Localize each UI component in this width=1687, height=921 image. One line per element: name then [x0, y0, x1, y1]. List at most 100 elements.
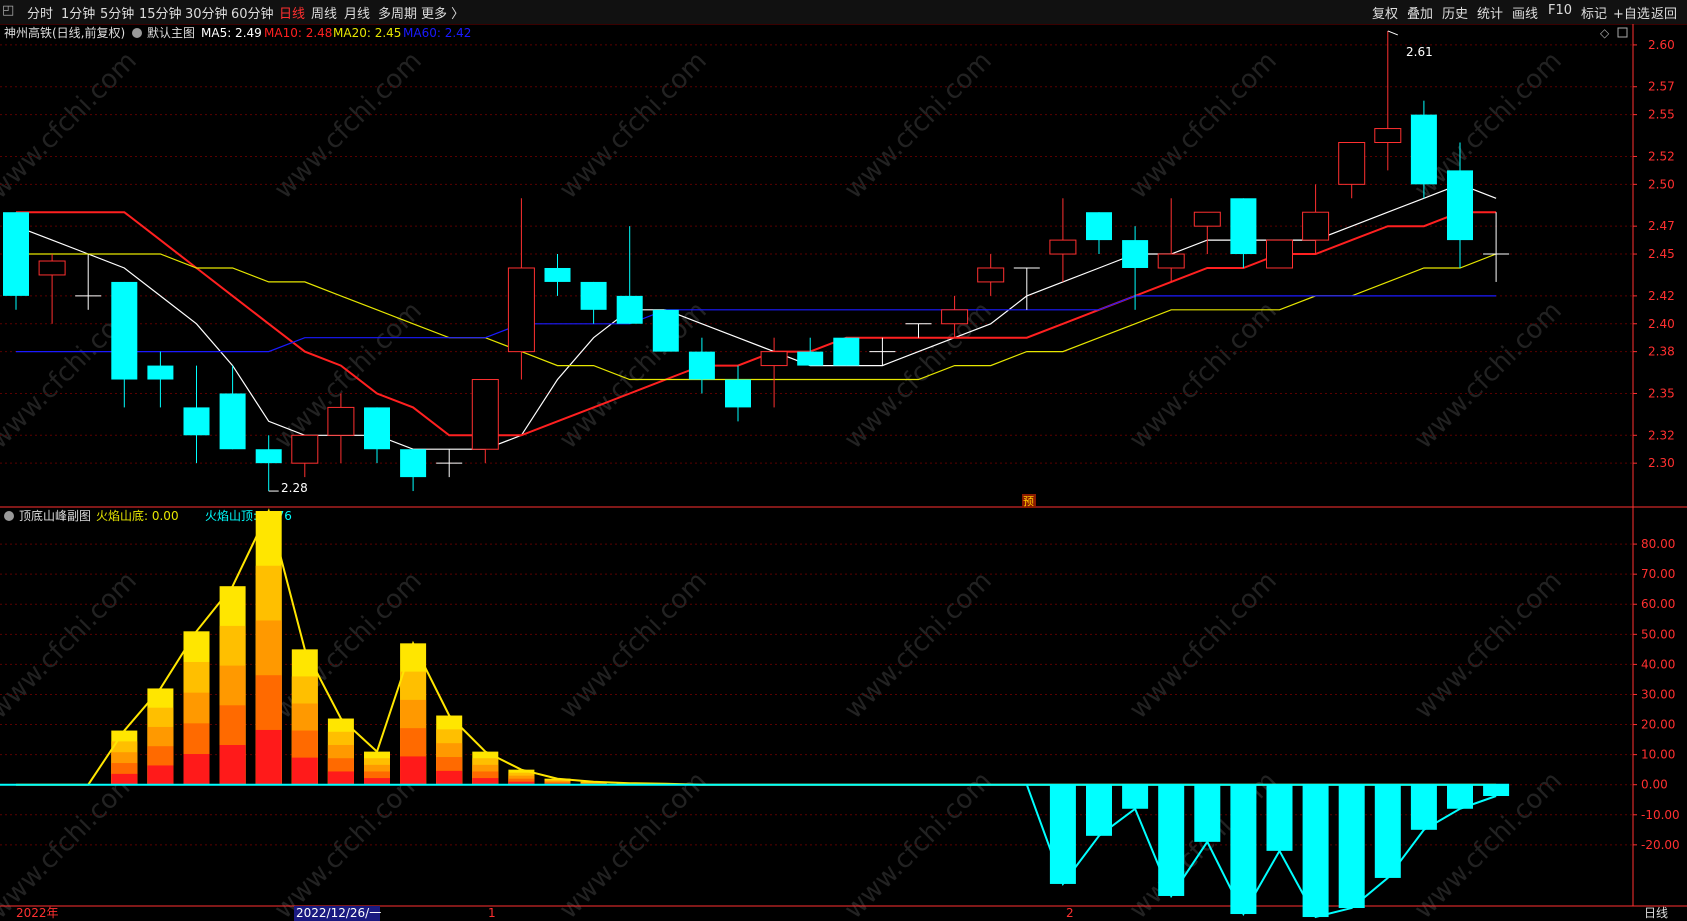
y-tick-label: 2.30: [1648, 456, 1675, 470]
y-tick-label: 2.35: [1648, 386, 1675, 400]
candle-body: [1193, 211, 1221, 227]
flame-top-bar: [1266, 784, 1293, 851]
ma5-value: MA5: 2.49: [201, 26, 262, 40]
flame-top-bar: [1194, 784, 1221, 842]
diamond-icon[interactable]: ◇: [1600, 26, 1610, 40]
candle-body: [1086, 212, 1112, 241]
y-tick-label: 20.00: [1641, 718, 1675, 732]
dropdown-icon[interactable]: [132, 28, 142, 38]
flame-bar-layer: [219, 744, 246, 785]
watermark-layer: www.cfchi.com www.cfchi.com www.cfchi.com w…: [0, 46, 1568, 921]
flame-top-bar: [1410, 784, 1437, 830]
ma10-value: MA10: 2.48: [264, 26, 332, 40]
flame-bar-layer: [400, 756, 427, 785]
candle-body: [327, 406, 355, 436]
sub-title: 顶底山峰副图: [19, 508, 91, 523]
candle-body: [507, 267, 535, 353]
candle-body: [1410, 114, 1437, 185]
sub-y-axis: 80.00 70.00 60.00 50.00 40.00 30.00 20.00 10.00…: [1633, 537, 1680, 852]
candle-body: [1302, 211, 1330, 241]
flame-bar-layer: [436, 770, 463, 785]
high-pointer: [1387, 30, 1398, 36]
watermark-text: www.cfchi.com: [554, 46, 713, 205]
watermark-text: www.cfchi.com: [269, 46, 428, 205]
candle-body: [1338, 142, 1366, 185]
candle-body: [1230, 198, 1257, 255]
y-tick-label: 2.50: [1648, 177, 1675, 191]
candle-body: [616, 295, 643, 324]
candle-body: [725, 379, 751, 408]
watermark-text: www.cfchi.com: [839, 566, 998, 725]
watermark-text: www.cfchi.com: [0, 46, 143, 205]
flame-top-bar: [1158, 784, 1185, 896]
flame-bar-layer: [327, 771, 354, 785]
candle-body: [688, 351, 715, 380]
sub-dropdown-icon[interactable]: [4, 511, 14, 521]
flame-top-bar: [1483, 784, 1510, 797]
candle-body: [219, 393, 246, 450]
y-tick-label: 40.00: [1641, 657, 1675, 671]
candle-body: [400, 449, 427, 478]
kline-chart[interactable]: www.cfchi.com www.cfchi.com www.cfchi.com w…: [0, 0, 1687, 921]
flame-top-bar: [1049, 784, 1076, 884]
sub-bars: [0, 508, 1510, 919]
y-tick-label: 2.57: [1648, 80, 1675, 94]
y-tick-label: 2.47: [1648, 219, 1675, 233]
y-tick-label: 2.38: [1648, 345, 1675, 359]
candle-body: [291, 434, 319, 464]
candle-body: [797, 351, 824, 366]
candle-body: [3, 212, 29, 296]
candle-body: [652, 309, 679, 352]
watermark-text: www.cfchi.com: [1124, 296, 1283, 455]
candle-body: [183, 407, 210, 436]
y-tick-label: 0.00: [1641, 778, 1668, 792]
maximize-icon[interactable]: [1617, 27, 1628, 38]
flame-top-bar: [1374, 784, 1401, 878]
candle-body: [1122, 240, 1149, 268]
candle-body: [38, 260, 66, 276]
year-label: 2022年: [16, 906, 59, 920]
candle-body: [544, 267, 571, 282]
y-tick-label: -20.00: [1641, 838, 1680, 852]
watermark-text: www.cfchi.com: [839, 296, 998, 455]
watermark-text: www.cfchi.com: [554, 766, 713, 921]
candle-body: [941, 309, 969, 325]
cursor-date: 2022/12/26/一: [296, 906, 381, 920]
watermark-text: www.cfchi.com: [1409, 566, 1568, 725]
y-tick-label: 10.00: [1641, 748, 1675, 762]
candle-body: [1266, 239, 1293, 269]
y-tick-label: 2.55: [1648, 108, 1675, 122]
y-tick-label: 50.00: [1641, 627, 1675, 641]
candle-body: [255, 449, 282, 464]
ma60-value: MA60: 2.42: [403, 26, 471, 40]
flame-top-bar: [1122, 784, 1149, 809]
watermark-text: www.cfchi.com: [839, 46, 998, 205]
flame-top-bar: [1302, 784, 1329, 918]
flame-bar-layer: [255, 729, 282, 785]
candle-body: [364, 407, 390, 450]
y-tick-label: 2.32: [1648, 428, 1675, 442]
pre-mark: 预: [1023, 495, 1034, 508]
period-label: 日线: [1644, 906, 1668, 920]
y-tick-label: 70.00: [1641, 567, 1675, 581]
y-tick-label: 30.00: [1641, 687, 1675, 701]
candle-body: [111, 281, 138, 380]
watermark-text: www.cfchi.com: [1124, 46, 1283, 205]
flame-top-bar: [1338, 784, 1365, 909]
y-tick-label: 2.42: [1648, 289, 1675, 303]
watermark-text: www.cfchi.com: [0, 766, 143, 921]
y-tick-label: 2.40: [1648, 317, 1675, 331]
candle-body: [760, 351, 788, 367]
candle-body: [1049, 239, 1077, 255]
flame-bar-layer: [291, 757, 318, 785]
y-tick-label: 2.60: [1648, 38, 1675, 52]
flame-bar-layer: [183, 754, 210, 785]
y-tick-label: 60.00: [1641, 597, 1675, 611]
layout-name: 默认主图: [147, 25, 195, 40]
y-tick-label: 2.52: [1648, 149, 1675, 163]
candle-body: [833, 337, 860, 366]
candle-body: [147, 365, 174, 380]
month-2-label: 2: [1066, 906, 1074, 920]
flame-bar-layer: [111, 773, 138, 785]
watermark-text: www.cfchi.com: [0, 566, 143, 725]
